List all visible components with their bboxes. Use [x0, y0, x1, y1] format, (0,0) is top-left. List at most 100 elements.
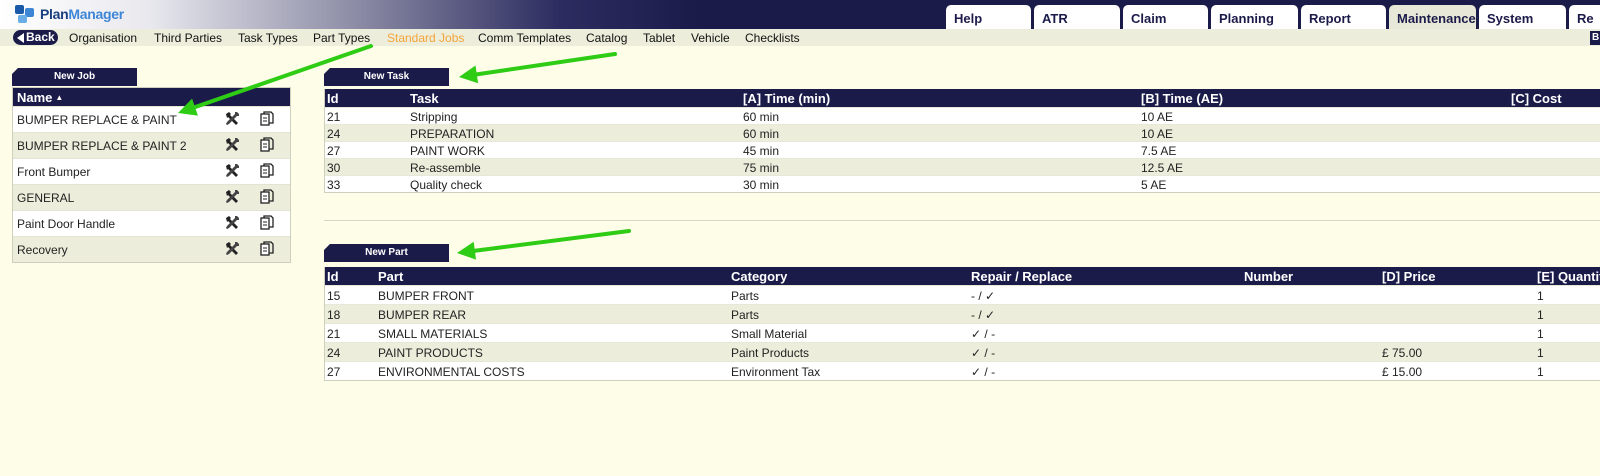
job-name-link[interactable]: BUMPER REPLACE & PAINT 2 [17, 139, 187, 153]
nav-tablet[interactable]: Tablet [643, 31, 675, 45]
parts-col-id[interactable]: Id [327, 269, 339, 284]
task-row[interactable]: 27 PAINT WORK 45 min 7.5 AE [325, 141, 1600, 158]
new-job-button[interactable]: New Job [12, 68, 137, 86]
tab-claim[interactable]: Claim [1123, 5, 1208, 29]
tab-report[interactable]: Report [1301, 5, 1386, 29]
part-cell-id: 24 [327, 346, 341, 360]
nav-task-types[interactable]: Task Types [238, 31, 298, 45]
tools-icon[interactable] [224, 215, 240, 231]
back-button[interactable]: Back [13, 30, 58, 45]
job-name-link[interactable]: Recovery [17, 243, 68, 257]
tasks-col-task[interactable]: Task [410, 91, 439, 106]
task-cell-b-time-ae: 10 AE [1141, 127, 1174, 141]
job-name-link[interactable]: GENERAL [17, 191, 74, 205]
parts-col-part[interactable]: Part [378, 269, 403, 284]
task-cell-a-time-min: 30 min [743, 178, 780, 192]
nav-third-parties[interactable]: Third Parties [154, 31, 222, 45]
app-header: PlanManager Help ATR Claim Planning Report Ma… [0, 0, 1600, 29]
main-menu-tabs: Help ATR Claim Planning Report Maintenance Sys… [946, 5, 1600, 29]
annotation-arrow-line [472, 229, 631, 253]
tools-icon[interactable] [224, 241, 240, 257]
part-cell-id: 15 [327, 289, 341, 303]
tab-re[interactable]: Re [1569, 5, 1600, 29]
annotation-arrow-head [457, 241, 476, 260]
tasks-col-a-time-min[interactable]: [A] Time (min) [743, 91, 830, 106]
tasks-col-id[interactable]: Id [327, 91, 339, 106]
replace-value: - [991, 327, 996, 341]
job-row[interactable]: Paint Door Handle [13, 210, 290, 236]
job-name-link[interactable]: Paint Door Handle [17, 217, 115, 231]
tab-maintenance[interactable]: Maintenance [1389, 5, 1476, 29]
copy-icon[interactable] [260, 241, 274, 257]
tools-icon[interactable] [224, 163, 240, 179]
tab-planning[interactable]: Planning [1211, 5, 1298, 29]
task-cell-b-time-ae: 10 AE [1141, 110, 1174, 124]
part-row[interactable]: 27 ENVIRONMENTAL COSTS Environment Tax ✓ / … [325, 361, 1600, 380]
repair-replace-cell: ✓ / - [971, 346, 995, 360]
copy-icon[interactable] [260, 163, 274, 179]
tasks-table: Id Task [A] Time (min) [B] Time (AE) [C] Cos… [324, 89, 1600, 193]
part-cell-category: Parts [731, 308, 760, 322]
task-cell-id: 27 [327, 144, 341, 158]
job-row[interactable]: GENERAL [13, 184, 290, 210]
nav-organisation[interactable]: Organisation [69, 31, 137, 45]
parts-col-d-price[interactable]: [D] Price [1382, 269, 1435, 284]
new-task-button[interactable]: New Task [324, 68, 449, 86]
part-cell-part: SMALL MATERIALS [378, 327, 488, 341]
nav-checklists[interactable]: Checklists [745, 31, 800, 45]
task-row[interactable]: 21 Stripping 60 min 10 AE [325, 107, 1600, 124]
corner-tab[interactable]: B [1590, 31, 1600, 45]
parts-col-repair-replace[interactable]: Repair / Replace [971, 269, 1072, 284]
nav-part-types[interactable]: Part Types [313, 31, 370, 45]
part-row[interactable]: 24 PAINT PRODUCTS Paint Products ✓ / - £ 75.… [325, 342, 1600, 361]
part-cell-part: BUMPER FRONT [378, 289, 474, 303]
tools-icon[interactable] [224, 111, 240, 127]
tasks-col-b-time-ae[interactable]: [B] Time (AE) [1141, 91, 1223, 106]
tab-system[interactable]: System [1479, 5, 1566, 29]
tasks-col-c-cost[interactable]: [C] Cost [1511, 91, 1562, 106]
part-cell-part: PAINT PRODUCTS [378, 346, 483, 360]
parts-col-category[interactable]: Category [731, 269, 787, 284]
copy-icon[interactable] [260, 189, 274, 205]
part-row[interactable]: 15 BUMPER FRONT Parts - / ✓ 1 [325, 285, 1600, 304]
repair-replace-cell: ✓ / - [971, 327, 995, 341]
copy-icon[interactable] [260, 137, 274, 153]
part-cell-qty: 1 [1537, 308, 1544, 322]
annotation-arrow-head [459, 65, 479, 84]
job-row[interactable]: Front Bumper [13, 158, 290, 184]
planmanager-logo[interactable]: PlanManager [13, 3, 124, 25]
job-row[interactable]: BUMPER REPLACE & PAINT 2 [13, 132, 290, 158]
task-row[interactable]: 24 PREPARATION 60 min 10 AE [325, 124, 1600, 141]
part-row[interactable]: 18 BUMPER REAR Parts - / ✓ 1 [325, 304, 1600, 323]
nav-comm-templates[interactable]: Comm Templates [478, 31, 571, 45]
part-row[interactable]: 21 SMALL MATERIALS Small Material ✓ / - 1 [325, 323, 1600, 342]
task-cell-a-time-min: 45 min [743, 144, 780, 158]
task-cell-task: Re-assemble [410, 161, 481, 175]
job-name-link[interactable]: Front Bumper [17, 165, 90, 179]
tools-icon[interactable] [224, 137, 240, 153]
logo-mark-icon [13, 4, 37, 24]
copy-icon[interactable] [260, 111, 274, 127]
nav-catalog[interactable]: Catalog [586, 31, 627, 45]
task-cell-b-time-ae: 5 AE [1141, 178, 1167, 192]
task-row[interactable]: 33 Quality check 30 min 5 AE [325, 175, 1600, 192]
parts-col-e-quantity[interactable]: [E] Quantity [1537, 269, 1600, 284]
task-cell-task: PAINT WORK [410, 144, 485, 158]
nav-vehicle[interactable]: Vehicle [691, 31, 730, 45]
task-row[interactable]: 30 Re-assemble 75 min 12.5 AE [325, 158, 1600, 175]
part-cell-qty: 1 [1537, 346, 1544, 360]
copy-icon[interactable] [260, 215, 274, 231]
jobs-header-name[interactable]: Name ▲ [13, 88, 290, 106]
repair-replace-separator: / [978, 308, 982, 322]
job-row[interactable]: BUMPER REPLACE & PAINT [13, 106, 290, 132]
new-part-button[interactable]: New Part [324, 244, 449, 262]
job-row[interactable]: Recovery [13, 236, 290, 262]
tab-atr[interactable]: ATR [1034, 5, 1120, 29]
tab-help[interactable]: Help [946, 5, 1031, 29]
job-name-link[interactable]: BUMPER REPLACE & PAINT [17, 113, 177, 127]
tools-icon[interactable] [224, 189, 240, 205]
annotation-arrow-line [474, 52, 617, 77]
parts-col-number[interactable]: Number [1244, 269, 1293, 284]
task-cell-b-time-ae: 12.5 AE [1141, 161, 1184, 175]
nav-standard-jobs[interactable]: Standard Jobs [387, 31, 464, 45]
